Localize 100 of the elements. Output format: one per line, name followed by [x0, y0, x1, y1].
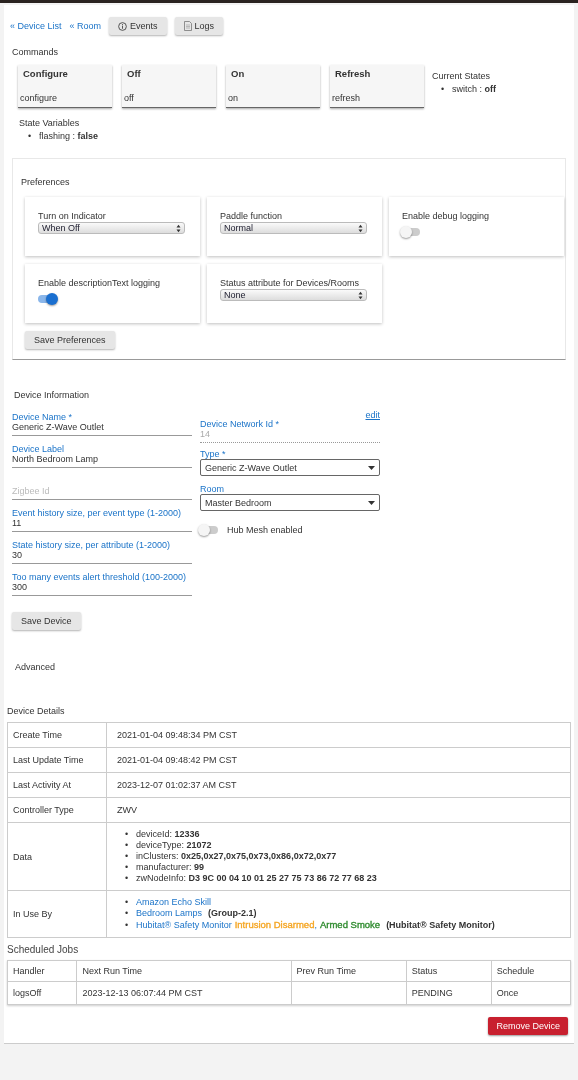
table-cell: 2021-01-04 09:48:42 PM CST	[106, 747, 571, 773]
table-cell: 2023-12-13 06:07:44 PM CST	[76, 981, 292, 1005]
bullet: •	[441, 84, 446, 95]
column-header: Handler	[7, 960, 77, 982]
type-select[interactable]: Generic Z-Wave Outlet	[200, 459, 380, 476]
input-field[interactable]: North Bedroom Lamp	[12, 454, 192, 468]
section-title: Device Information	[14, 390, 91, 400]
breadcrumb-link[interactable]: « Room	[69, 21, 102, 31]
state-variable-item: flashing : false	[39, 131, 99, 142]
state-item: switch : off	[452, 84, 496, 95]
status-text: Armed Smoke	[319, 919, 381, 930]
table-cell: Last Activity At	[7, 772, 107, 798]
caret-icon	[368, 500, 375, 505]
updown-icon	[358, 223, 363, 233]
input-field[interactable]: 300	[12, 582, 192, 596]
data-item: zwNodeInfo: D3 9C 00 04 10 01 25 27 75 73 86 72 77 68 23	[136, 873, 377, 884]
bullet: •	[125, 908, 130, 919]
data-item: manufacturer: 99	[136, 862, 205, 873]
preference-select[interactable]: Normal	[220, 222, 367, 234]
field-label: Too many events alert threshold (100-2000)	[12, 572, 188, 582]
bullet: •	[125, 840, 130, 851]
table-cell: Once	[491, 981, 571, 1005]
data-item: inClusters: 0x25,0x27,0x75,0x73,0x86,0x72,0x77	[136, 851, 337, 862]
table-cell: Last Update Time	[7, 747, 107, 773]
input-field[interactable]: Zigbee Id	[12, 486, 192, 500]
command-name: Refresh	[334, 68, 372, 79]
preference-select[interactable]: When Off	[38, 222, 185, 234]
table-cell: ZWV	[106, 797, 571, 823]
info-icon	[118, 21, 128, 31]
input-field[interactable]: 30	[12, 550, 192, 564]
command-name: On	[230, 68, 246, 79]
bullet: •	[125, 862, 130, 873]
separator-text: ,	[314, 920, 317, 931]
app-type-text: (Hubitat® Safety Monitor)	[386, 920, 495, 931]
field-label: Type *	[200, 449, 227, 459]
preference-label: Enable debug logging	[402, 211, 491, 221]
data-item: deviceId: 12336	[136, 829, 200, 840]
table-cell: Create Time	[7, 722, 107, 748]
data-item: deviceType: 21072	[136, 840, 212, 851]
section-title: State Variables	[19, 118, 81, 128]
preference-label: Enable descriptionText logging	[38, 278, 162, 288]
bullet: •	[125, 829, 130, 840]
app-link[interactable]: Bedroom Lamps	[136, 908, 203, 919]
preference-label: Paddle function	[220, 211, 284, 221]
document-icon	[183, 21, 192, 31]
preference-label: Status attribute for Devices/Rooms	[220, 278, 361, 288]
command-value: off	[124, 93, 135, 103]
preference-select[interactable]: None	[220, 289, 367, 301]
table-cell: 2023-12-07 01:02:37 AM CST	[106, 772, 571, 798]
room-select[interactable]: Master Bedroom	[200, 494, 380, 511]
app-type-text: (Group-2.1)	[208, 908, 257, 919]
column-header: Prev Run Time	[291, 960, 407, 982]
command-card[interactable]: Configure configure	[18, 65, 112, 108]
toggle-switch[interactable]	[200, 526, 218, 534]
caret-icon	[368, 465, 375, 470]
toggle-label: Hub Mesh enabled	[227, 525, 303, 535]
section-title: Scheduled Jobs	[7, 944, 80, 955]
table-cell: PENDING	[406, 981, 492, 1005]
command-card[interactable]: Refresh refresh	[330, 65, 424, 108]
field-label: Device Name *	[12, 412, 74, 422]
app-link[interactable]: Hubitat® Safety Monitor	[136, 920, 232, 931]
table-cell: 2021-01-04 09:48:34 PM CST	[106, 722, 571, 748]
toolbar-button[interactable]: Events	[109, 17, 167, 35]
advanced-link[interactable]: Advanced	[15, 662, 568, 672]
toggle-switch[interactable]	[402, 228, 420, 236]
field-label: Event history size, per event type (1-2000)	[12, 508, 183, 518]
field-label: Device Network Id *	[200, 419, 280, 429]
toolbar-button[interactable]: Logs	[174, 17, 224, 35]
preference-label: Turn on Indicator	[38, 211, 107, 221]
table-cell: Data	[7, 822, 107, 891]
section-title: Preferences	[21, 177, 71, 187]
app-link[interactable]: Amazon Echo Skill	[136, 897, 212, 908]
command-value: configure	[20, 93, 59, 103]
bullet: •	[125, 851, 130, 862]
column-header: Status	[406, 960, 492, 982]
field-label: Device Label	[12, 444, 66, 454]
table-cell: logsOff	[7, 981, 77, 1005]
breadcrumb-link[interactable]: « Device List	[10, 21, 62, 31]
command-card[interactable]: On on	[226, 65, 320, 108]
input-field[interactable]: Generic Z-Wave Outlet	[12, 422, 192, 436]
field-label: Room	[200, 484, 225, 494]
updown-icon	[358, 290, 363, 300]
table-cell: Controller Type	[7, 797, 107, 823]
section-title: Commands	[12, 47, 59, 57]
column-header: Schedule	[491, 960, 571, 982]
command-name: Off	[126, 68, 142, 79]
command-value: on	[228, 93, 239, 103]
input-field[interactable]: 11	[12, 518, 192, 532]
toggle-switch[interactable]	[38, 295, 56, 303]
save-device-button[interactable]: Save Device	[12, 612, 81, 630]
bullet: •	[28, 131, 33, 142]
remove-device-button[interactable]: Remove Device	[488, 1017, 568, 1035]
command-value: refresh	[332, 93, 361, 103]
command-card[interactable]: Off off	[122, 65, 216, 108]
save-preferences-button[interactable]: Save Preferences	[25, 331, 115, 349]
bullet: •	[125, 920, 130, 931]
updown-icon	[176, 223, 181, 233]
bullet: •	[125, 873, 130, 884]
column-header: Next Run Time	[76, 960, 292, 982]
field-label: State history size, per attribute (1-2000)	[12, 540, 172, 550]
